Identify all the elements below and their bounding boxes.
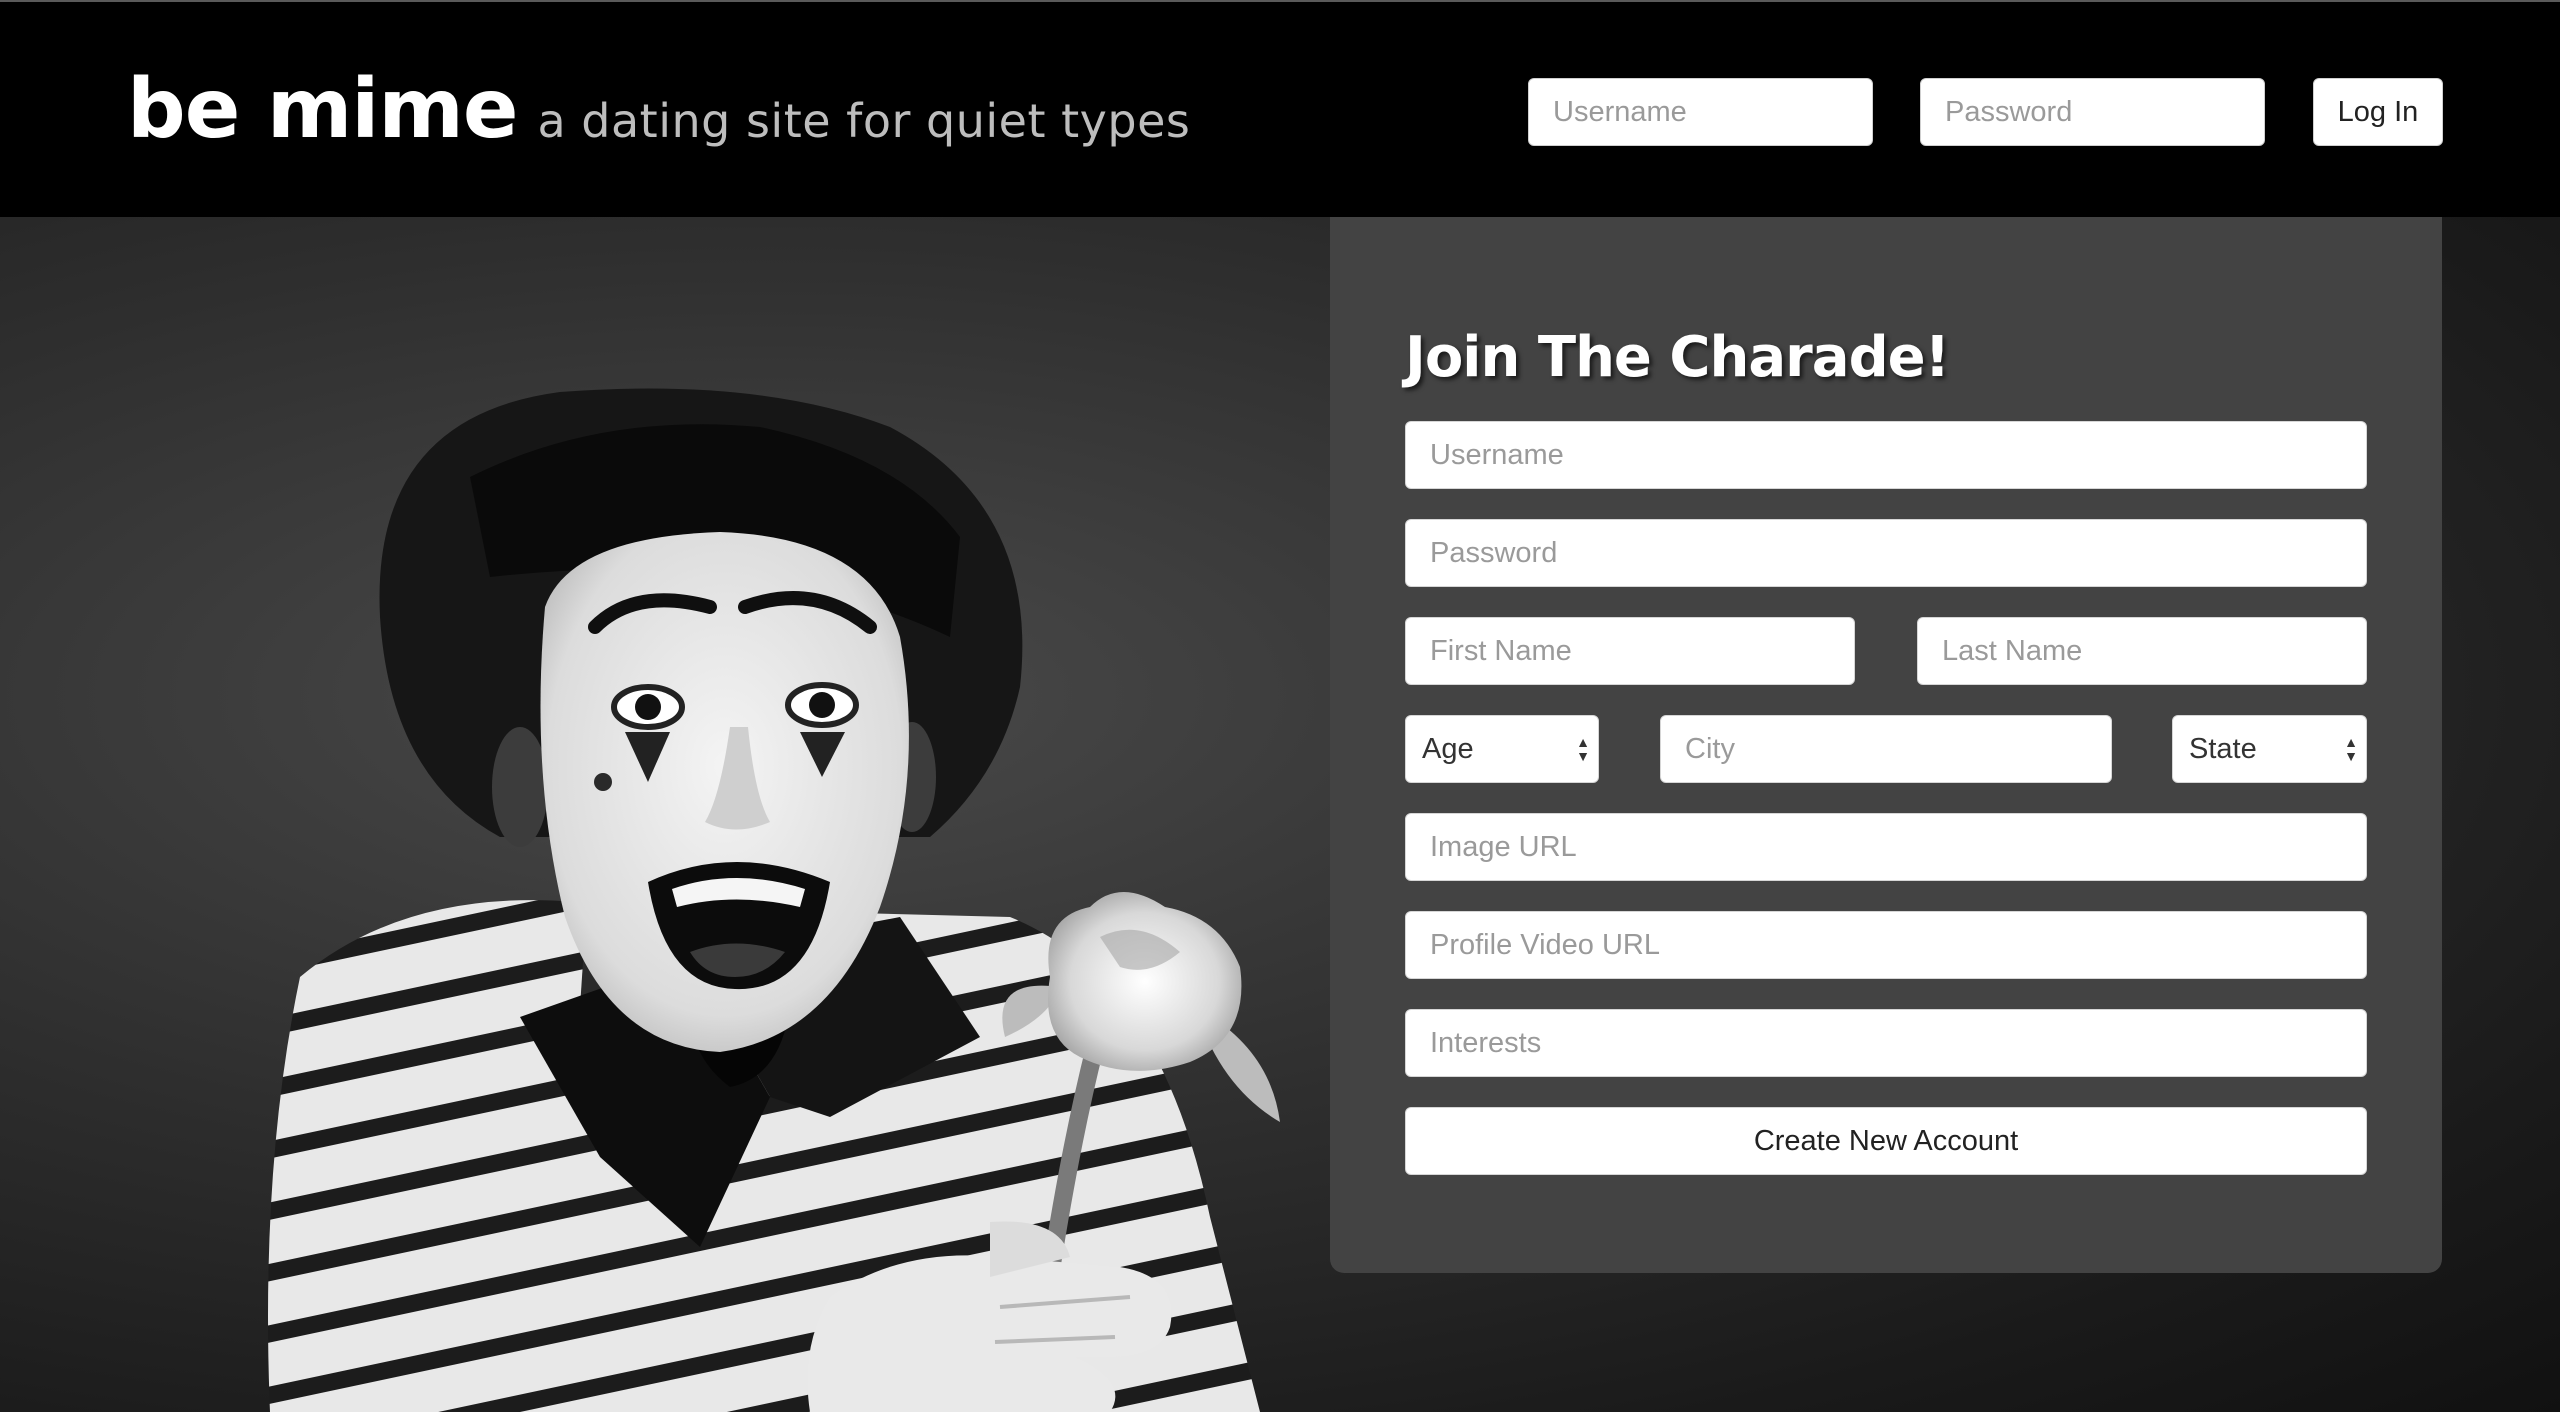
image-url-input[interactable] [1405, 813, 2367, 881]
age-select[interactable]: Age ▲ ▼ [1405, 715, 1599, 783]
first-name-input[interactable] [1405, 617, 1855, 685]
signup-card: Join The Charade! Age ▲▼ State ▲▼ Create… [1330, 217, 2442, 1273]
login-button[interactable]: Log In [2313, 78, 2443, 146]
last-name-input[interactable] [1917, 617, 2367, 685]
state-select[interactable]: State ▲ ▼ [2172, 715, 2367, 783]
select-arrows-icon: ▲ ▼ [2344, 734, 2358, 764]
mime-photo [268, 388, 1280, 1412]
signup-title: Join The Charade! [1405, 325, 1950, 390]
select-arrows-icon: ▲ ▼ [1576, 734, 1590, 764]
site-header: be mime a dating site for quiet types Lo… [0, 0, 2560, 217]
age-select-value: Age [1422, 732, 1474, 765]
brand-tagline: a dating site for quiet types [537, 94, 1191, 148]
city-input[interactable] [1660, 715, 2112, 783]
brand: be mime a dating site for quiet types [127, 62, 1190, 162]
interests-input[interactable] [1405, 1009, 2367, 1077]
signup-password-input[interactable] [1405, 519, 2367, 587]
brand-logo[interactable]: be mime [127, 62, 518, 157]
state-select-value: State [2189, 732, 2257, 765]
profile-video-url-input[interactable] [1405, 911, 2367, 979]
signup-username-input[interactable] [1405, 421, 2367, 489]
header-username-input[interactable] [1528, 78, 1873, 146]
create-account-button[interactable]: Create New Account [1405, 1107, 2367, 1175]
header-password-input[interactable] [1920, 78, 2265, 146]
